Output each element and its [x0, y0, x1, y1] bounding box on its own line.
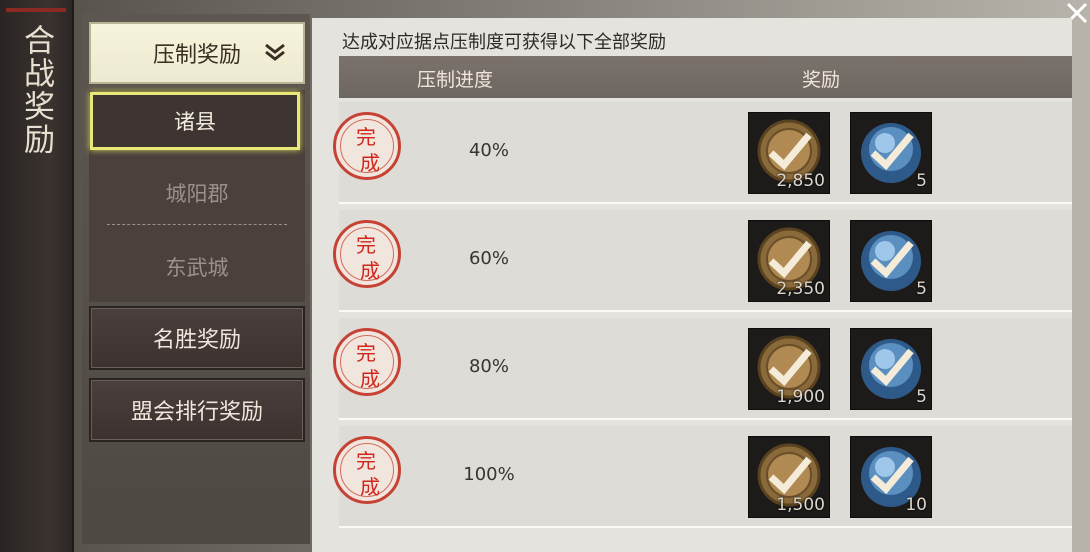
progress-value: 80% [468, 356, 509, 377]
double-chevron-down-icon [265, 43, 285, 61]
orb-reward-item[interactable]: 5 [850, 112, 932, 194]
reward-row: 完 成 60% 2,350 5 [333, 210, 1072, 312]
completed-stamp: 完 成 [333, 436, 401, 504]
progress-value: 40% [468, 140, 509, 161]
coin-reward-item[interactable]: 2,350 [748, 220, 830, 302]
stamp-text: 完 [356, 449, 376, 473]
reward-type-dropdown[interactable]: 压制奖励 [89, 22, 305, 84]
reward-row: 完 成 100% 1,500 10 [333, 426, 1072, 528]
stamp-text-second-char: 成 [360, 475, 380, 499]
reward-row: 完 成 80% 1,900 5 [333, 318, 1072, 420]
coin-reward-item[interactable]: 1,500 [748, 436, 830, 518]
column-header-progress: 压制进度 [416, 69, 493, 91]
title-accent-line [6, 8, 66, 12]
dropdown-label: 压制奖励 [152, 43, 241, 68]
completed-stamp: 完 成 [333, 220, 401, 288]
submenu-item-dongwucheng[interactable]: 东武城 [89, 236, 305, 298]
stamp-text-second-char: 成 [360, 151, 380, 175]
stamp-text: 完 [356, 125, 376, 149]
alliance-rank-reward-button[interactable]: 盟会排行奖励 [89, 378, 305, 442]
reward-row: 完 成 40% 2,850 5 [333, 102, 1072, 204]
stamp-text-second-char: 成 [360, 367, 380, 391]
completed-stamp: 完 成 [333, 112, 401, 180]
reward-quantity: 2,350 [776, 279, 825, 299]
reward-quantity: 2,850 [776, 171, 825, 191]
scenic-reward-button[interactable]: 名胜奖励 [89, 306, 305, 370]
reward-quantity: 10 [905, 495, 927, 515]
reward-quantity: 1,900 [776, 387, 825, 407]
submenu-item-chengyangjun[interactable]: 城阳郡 [89, 162, 305, 224]
submenu-item-zhuxian[interactable]: 诸县 [90, 92, 300, 150]
orb-reward-item[interactable]: 5 [850, 220, 932, 302]
reward-quantity: 1,500 [776, 495, 825, 515]
table-header: 压制进度 奖励 [339, 56, 1072, 98]
stamp-text: 完 [356, 233, 376, 257]
coin-reward-item[interactable]: 1,900 [748, 328, 830, 410]
orb-reward-item[interactable]: 5 [850, 328, 932, 410]
page-title: 合战奖励 [18, 24, 54, 156]
reward-quantity: 5 [916, 171, 927, 191]
panel-header: 达成对应据点压制度可获得以下全部奖励 [342, 32, 666, 53]
reward-quantity: 5 [916, 279, 927, 299]
completed-stamp: 完 成 [333, 328, 401, 396]
orb-reward-item[interactable]: 10 [850, 436, 932, 518]
progress-value: 60% [468, 248, 509, 269]
stamp-text: 完 [356, 341, 376, 365]
title-bar: 合战奖励 [0, 0, 74, 552]
reward-quantity: 5 [916, 387, 927, 407]
column-header-reward: 奖励 [801, 69, 840, 91]
stronghold-submenu: 诸县 城阳郡 东武城 [89, 90, 305, 302]
progress-value: 100% [463, 464, 515, 485]
submenu-divider [107, 224, 287, 225]
coin-reward-item[interactable]: 2,850 [748, 112, 830, 194]
stamp-text-second-char: 成 [360, 259, 380, 283]
